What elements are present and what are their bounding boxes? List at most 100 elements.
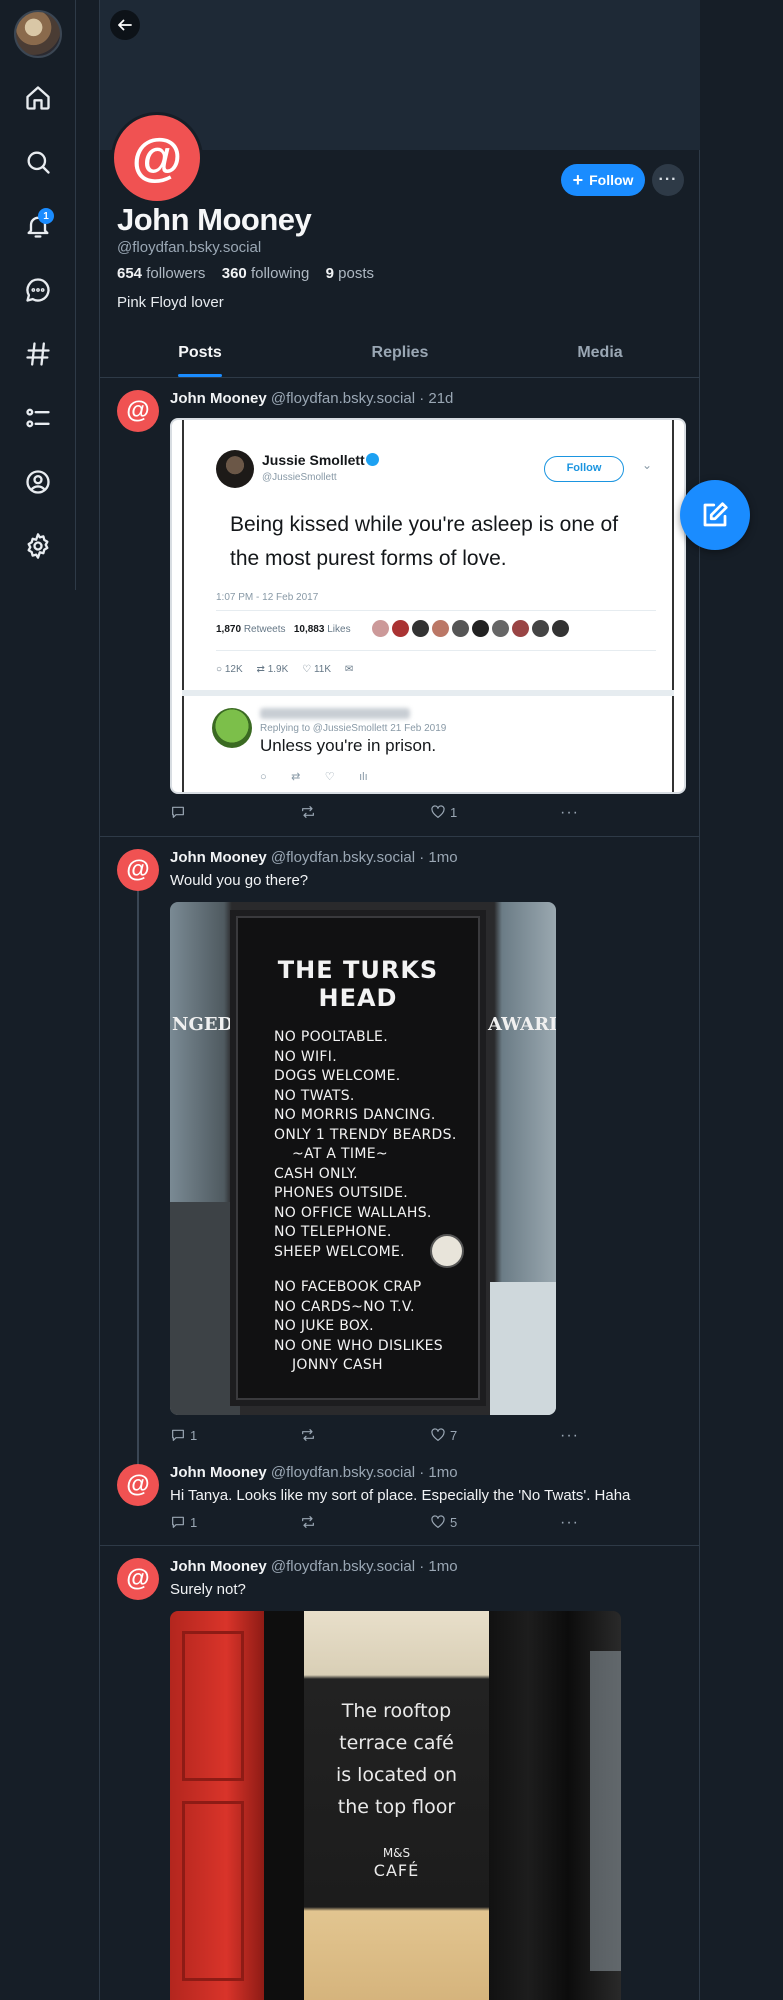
followers-count[interactable]: 654 — [117, 265, 142, 282]
post[interactable]: @ John Mooney @floydfan.bsky.social · 21… — [100, 378, 700, 837]
profile-stats: 654 followers 360 following 9 posts — [117, 265, 374, 282]
background-sign-left: NGED — [172, 1014, 234, 1035]
post-more-icon[interactable]: ··· — [560, 1514, 579, 1532]
sign-line: NO POOLTABLE. — [274, 1029, 388, 1045]
reply-button[interactable]: 1 — [170, 1514, 197, 1530]
post-author[interactable]: John Mooney — [170, 1464, 267, 1481]
tweet-actions: ○ 12K ⇄ 1.9K ♡ 11K ✉ — [216, 664, 353, 675]
post-header: John Mooney @floydfan.bsky.social · 1mo — [170, 1464, 458, 1481]
user-circle-icon[interactable] — [18, 462, 58, 502]
post[interactable]: @ John Mooney @floydfan.bsky.social · 1m… — [100, 1546, 700, 2000]
verified-icon — [366, 453, 379, 466]
tweet-reply-meta: Replying to @JussieSmollett 21 Feb 2019 — [260, 723, 447, 734]
post-avatar[interactable]: @ — [117, 1464, 159, 1506]
post-author[interactable]: John Mooney — [170, 1558, 267, 1575]
post[interactable]: @ John Mooney @floydfan.bsky.social · 1m… — [100, 837, 700, 1537]
chat-bubble-icon[interactable] — [18, 270, 58, 310]
post-handle[interactable]: @floydfan.bsky.social — [271, 849, 415, 866]
tweet-reply-count: 12K — [224, 664, 243, 675]
tab-replies[interactable]: Replies — [300, 330, 500, 377]
tab-media[interactable]: Media — [500, 330, 700, 377]
sign-sticker — [430, 1234, 464, 1268]
sign-line: NO WIFI. — [274, 1048, 337, 1065]
post-actions: 1 5 ··· — [170, 1514, 578, 1534]
post-avatar[interactable]: @ — [117, 390, 159, 432]
pub-sign-board: THE TURKS HEAD NO POOLTABLE. NO WIFI. DOGS… — [230, 910, 486, 1406]
tweet-author-handle: @JussieSmollett — [262, 472, 337, 483]
compose-button[interactable] — [680, 480, 750, 550]
list-icon[interactable] — [18, 398, 58, 438]
like-button[interactable]: 5 — [430, 1514, 457, 1530]
bell-icon[interactable]: 1 — [18, 206, 58, 246]
post-handle[interactable]: @floydfan.bsky.social — [271, 1558, 415, 1575]
tweet-timestamp: 1:07 PM - 12 Feb 2017 — [216, 592, 319, 603]
hashtag-icon[interactable] — [18, 334, 58, 374]
repost-button[interactable] — [300, 804, 316, 820]
home-icon[interactable] — [18, 78, 58, 118]
post-author[interactable]: John Mooney — [170, 849, 267, 866]
post-header: John Mooney @floydfan.bsky.social · 1mo — [170, 1558, 458, 1575]
plus-icon: + — [572, 170, 584, 190]
sign-line: NO JUKE BOX. — [274, 1318, 374, 1334]
post-image-pub-sign[interactable]: NGED AWARD THE TURKS HEAD NO POOLTABLE. N… — [170, 902, 556, 1415]
follow-button[interactable]: + Follow — [561, 164, 645, 196]
post-more-icon[interactable]: ··· — [560, 804, 579, 822]
more-options-button[interactable]: ··· — [652, 164, 684, 196]
heart-icon — [431, 1428, 445, 1441]
heart-icon: ♡ — [302, 664, 312, 675]
like-button[interactable]: 7 — [430, 1427, 457, 1443]
profile-tabs: Posts Replies Media — [100, 330, 700, 378]
sign-line — [274, 1262, 462, 1278]
tweet-follow-button: Follow — [544, 456, 624, 482]
post-age: · 1mo — [419, 849, 458, 866]
gear-icon[interactable] — [18, 526, 58, 566]
reply-avatar — [212, 708, 252, 748]
repost-button[interactable] — [300, 1514, 316, 1530]
profile-feed: @ + Follow ··· John Mooney @floydfan.bsk… — [99, 0, 700, 2000]
sign-lines: NO POOLTABLE. NO WIFI. DOGS WELCOME. NO TWA… — [274, 1028, 462, 1376]
post[interactable]: @ John Mooney @floydfan.bsky.social · 1m… — [100, 1450, 700, 1544]
cafe-sign-line: The rooftop — [341, 1700, 452, 1722]
post-author[interactable]: John Mooney — [170, 390, 267, 407]
current-user-avatar[interactable] — [14, 10, 62, 58]
reply-count: 1 — [190, 1427, 198, 1443]
reply-button[interactable]: 1 — [170, 1427, 197, 1443]
search-icon[interactable] — [18, 142, 58, 182]
followers-label[interactable]: followers — [146, 265, 205, 282]
repost-icon — [302, 1516, 314, 1528]
sign-line: JONNY CASH — [292, 1357, 383, 1373]
cafe-sign-line: is located on — [335, 1764, 458, 1786]
repost-button[interactable] — [300, 1427, 316, 1443]
post-handle[interactable]: @floydfan.bsky.social — [271, 390, 415, 407]
profile-avatar[interactable]: @ — [111, 112, 203, 204]
background-sign-right: AWARD — [488, 1014, 556, 1035]
heart-icon — [431, 805, 445, 818]
post-image-tweet-screenshot[interactable]: Jussie Smollett @JussieSmollett Follow ⌄… — [170, 418, 686, 794]
post-more-icon[interactable]: ··· — [560, 1427, 579, 1445]
post-actions: 1 7 ··· — [170, 1427, 578, 1447]
sign-title: THE TURKS HEAD — [277, 956, 439, 1012]
post-avatar[interactable]: @ — [117, 1558, 159, 1600]
sign-line: CASH ONLY. — [274, 1165, 358, 1182]
tweet-author-name: Jussie Smollett — [262, 452, 365, 468]
reply-button[interactable] — [170, 804, 190, 820]
like-button[interactable]: 1 — [430, 804, 457, 820]
tab-posts[interactable]: Posts — [100, 330, 300, 377]
tweet-reply-text: Unless you're in prison. — [260, 736, 437, 755]
retweets-count: 1,870 — [216, 624, 242, 635]
sign-line: ONLY 1 TRENDY BEARDS. — [274, 1126, 457, 1143]
following-count[interactable]: 360 — [222, 265, 247, 282]
following-label[interactable]: following — [251, 265, 309, 282]
post-handle[interactable]: @floydfan.bsky.social — [271, 1464, 415, 1481]
post-image-cafe-door[interactable]: The rooftop terrace café is located on t… — [170, 1611, 621, 2000]
reply-count: 1 — [190, 1514, 198, 1530]
like-count: 7 — [450, 1427, 458, 1443]
retweet-icon: ⇄ — [256, 664, 265, 675]
back-button[interactable] — [110, 10, 140, 40]
repost-icon — [302, 1429, 314, 1441]
post-avatar[interactable]: @ — [117, 849, 159, 891]
cafe-sign-line: terrace café — [339, 1732, 454, 1754]
compose-icon — [703, 502, 728, 527]
tweet-engagement-stats: 1,870 Retweets 10,883 Likes — [216, 624, 351, 635]
post-text: Surely not? — [170, 1581, 246, 1598]
